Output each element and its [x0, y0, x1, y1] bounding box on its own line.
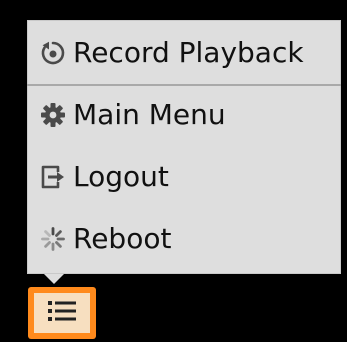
menu-item-record-playback[interactable]: Record Playback — [27, 22, 341, 84]
menu-item-label: Reboot — [73, 222, 172, 255]
menu-item-reboot[interactable]: Reboot — [27, 208, 341, 270]
popup-menu: Record Playback Main Menu Logout Reboot — [27, 20, 341, 274]
menu-item-main-menu[interactable]: Main Menu — [27, 84, 341, 146]
reboot-icon — [38, 224, 68, 254]
record-playback-icon — [38, 38, 68, 68]
menu-item-logout[interactable]: Logout — [27, 146, 341, 208]
list-menu-icon — [46, 298, 78, 328]
menu-item-label: Main Menu — [73, 98, 226, 131]
menu-item-label: Logout — [73, 160, 169, 193]
menu-toggle-button[interactable] — [28, 287, 96, 339]
gear-icon — [38, 100, 68, 130]
logout-icon — [38, 162, 68, 192]
menu-pointer — [44, 274, 64, 284]
menu-button-face — [34, 293, 90, 333]
menu-item-label: Record Playback — [73, 36, 304, 69]
